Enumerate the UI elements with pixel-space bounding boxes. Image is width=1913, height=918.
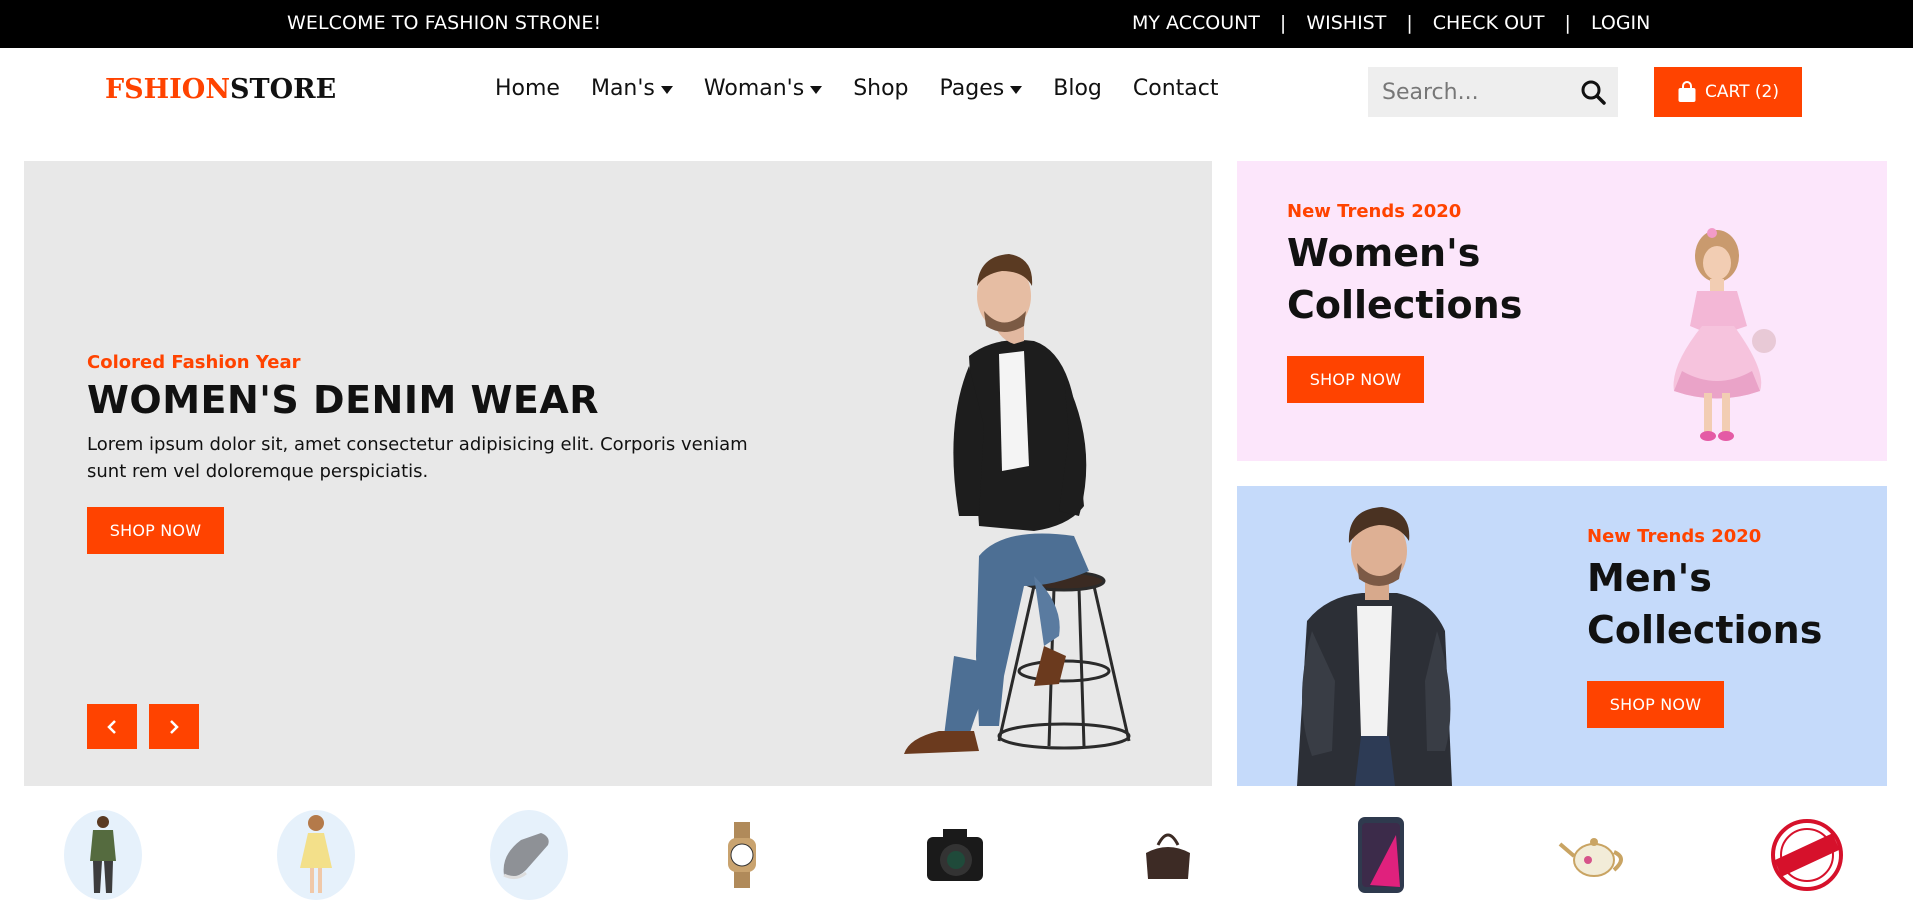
hero-kicker: Colored Fashion Year (87, 352, 301, 373)
man-in-denim-jacket-image (1297, 507, 1452, 786)
girl-figure-icon (300, 814, 332, 893)
men-promo-kicker: New Trends 2020 (1587, 526, 1762, 547)
girl-in-dress-image (1673, 228, 1776, 441)
category-camera[interactable] (916, 810, 994, 900)
link-separator: | (1279, 12, 1287, 34)
slider-prev-button[interactable] (87, 704, 137, 749)
hero-shop-now-button[interactable]: SHOP NOW (87, 507, 224, 554)
chevron-right-icon (170, 719, 179, 734)
nav-label: Shop (853, 76, 909, 101)
nav-label: Home (495, 76, 560, 101)
cart-button[interactable]: CART (2) (1654, 67, 1802, 117)
category-handbag[interactable] (1129, 810, 1207, 900)
men-shop-now-button[interactable]: SHOP NOW (1587, 681, 1724, 728)
category-special-offer[interactable] (1768, 810, 1846, 900)
search-icon[interactable] (1580, 79, 1606, 105)
category-man[interactable] (64, 810, 142, 900)
caret-down-icon (810, 85, 823, 94)
search-box (1368, 67, 1618, 117)
site-logo[interactable]: FSHIONSTORE (105, 74, 336, 105)
category-girl[interactable] (277, 810, 355, 900)
nav-label: Woman's (703, 76, 805, 101)
man-on-stool-image (904, 254, 1131, 754)
nav-label: Contact (1132, 76, 1219, 101)
hero-title: WOMEN'S DENIM WEAR (87, 378, 600, 422)
main-nav: Home Man's Woman's Shop Pages Blog Conta… (495, 76, 1250, 101)
smartphone-icon (1358, 817, 1404, 893)
watch-icon (728, 822, 756, 888)
slider-next-button[interactable] (149, 704, 199, 749)
cart-label: CART (2) (1705, 82, 1779, 102)
caret-down-icon (1010, 85, 1023, 94)
logo-part-1: FSHION (105, 74, 231, 105)
women-promo-title: Women's Collections (1287, 227, 1522, 331)
shopping-bag-icon (1678, 81, 1696, 102)
hero-description: Lorem ipsum dolor sit, amet consectetur … (87, 434, 748, 482)
women-collection-banner: New Trends 2020 Women's Collections SHOP… (1237, 161, 1887, 461)
nav-mans[interactable]: Man's (591, 76, 673, 101)
login-link[interactable]: LOGIN (1591, 12, 1650, 34)
account-links: MY ACCOUNT | WISHIST | CHECK OUT | LOGIN (1132, 12, 1650, 34)
camera-icon (927, 829, 983, 881)
men-collection-banner: New Trends 2020 Men's Collections SHOP N… (1237, 486, 1887, 786)
women-shop-now-button[interactable]: SHOP NOW (1287, 356, 1424, 403)
nav-home[interactable]: Home (495, 76, 560, 101)
women-promo-title-line1: Women's (1287, 231, 1481, 275)
sneaker-icon (503, 833, 549, 880)
link-separator: | (1406, 12, 1413, 34)
top-bar: WELCOME TO FASHION STRONE! MY ACCOUNT | … (0, 0, 1913, 48)
category-strip (0, 800, 1913, 918)
category-watch[interactable] (703, 810, 781, 900)
caret-down-icon (660, 85, 673, 94)
men-promo-title-line1: Men's (1587, 556, 1712, 600)
women-promo-kicker: New Trends 2020 (1287, 201, 1462, 222)
special-offer-stamp-icon (1771, 819, 1843, 891)
teapot-icon (1558, 838, 1623, 877)
nav-womans[interactable]: Woman's (703, 76, 823, 101)
women-promo-title-line2: Collections (1287, 283, 1523, 327)
man-figure-icon (90, 815, 116, 893)
hero-slider: Colored Fashion Year WOMEN'S DENIM WEAR … (24, 161, 1212, 786)
link-separator: | (1564, 12, 1571, 34)
handbag-icon (1146, 833, 1190, 879)
nav-blog[interactable]: Blog (1053, 76, 1102, 101)
nav-label: Pages (939, 76, 1005, 101)
nav-label: Blog (1053, 76, 1102, 101)
nav-label: Man's (590, 76, 655, 101)
nav-pages[interactable]: Pages (940, 76, 1023, 101)
wishlist-link[interactable]: WISHIST (1306, 12, 1386, 34)
men-promo-title-line2: Collections (1587, 608, 1823, 652)
logo-part-2: STORE (230, 74, 337, 105)
my-account-link[interactable]: MY ACCOUNT (1132, 12, 1260, 34)
chevron-left-icon (107, 719, 116, 734)
welcome-text: WELCOME TO FASHION STRONE! (287, 12, 602, 34)
category-teapot[interactable] (1555, 810, 1633, 900)
category-shoes[interactable] (490, 810, 568, 900)
nav-shop[interactable]: Shop (853, 76, 908, 101)
nav-contact[interactable]: Contact (1133, 76, 1219, 101)
search-input[interactable] (1368, 79, 1568, 105)
men-promo-title: Men's Collections (1587, 552, 1822, 656)
checkout-link[interactable]: CHECK OUT (1433, 12, 1545, 34)
category-phone[interactable] (1342, 810, 1420, 900)
